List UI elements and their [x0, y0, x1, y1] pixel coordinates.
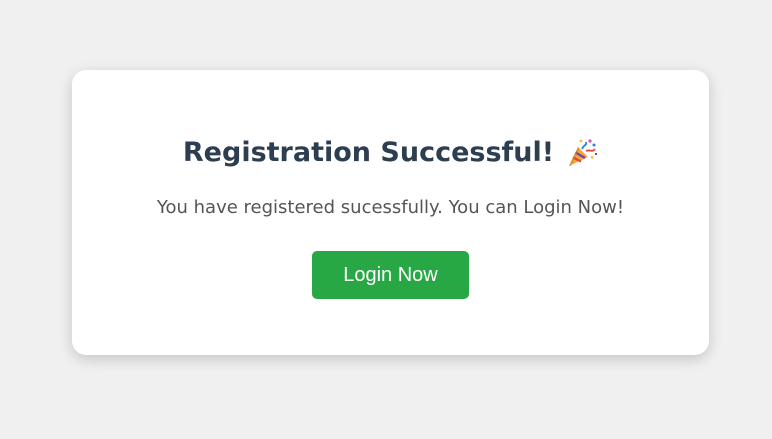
registration-success-card: Registration Successful! You have regist…: [72, 70, 709, 355]
success-message: You have registered sucessfully. You can…: [156, 197, 625, 218]
party-popper-icon: [566, 137, 598, 169]
title-row: Registration Successful!: [72, 134, 709, 172]
login-now-button[interactable]: Login Now: [312, 251, 469, 299]
page-title: Registration Successful!: [182, 137, 555, 168]
